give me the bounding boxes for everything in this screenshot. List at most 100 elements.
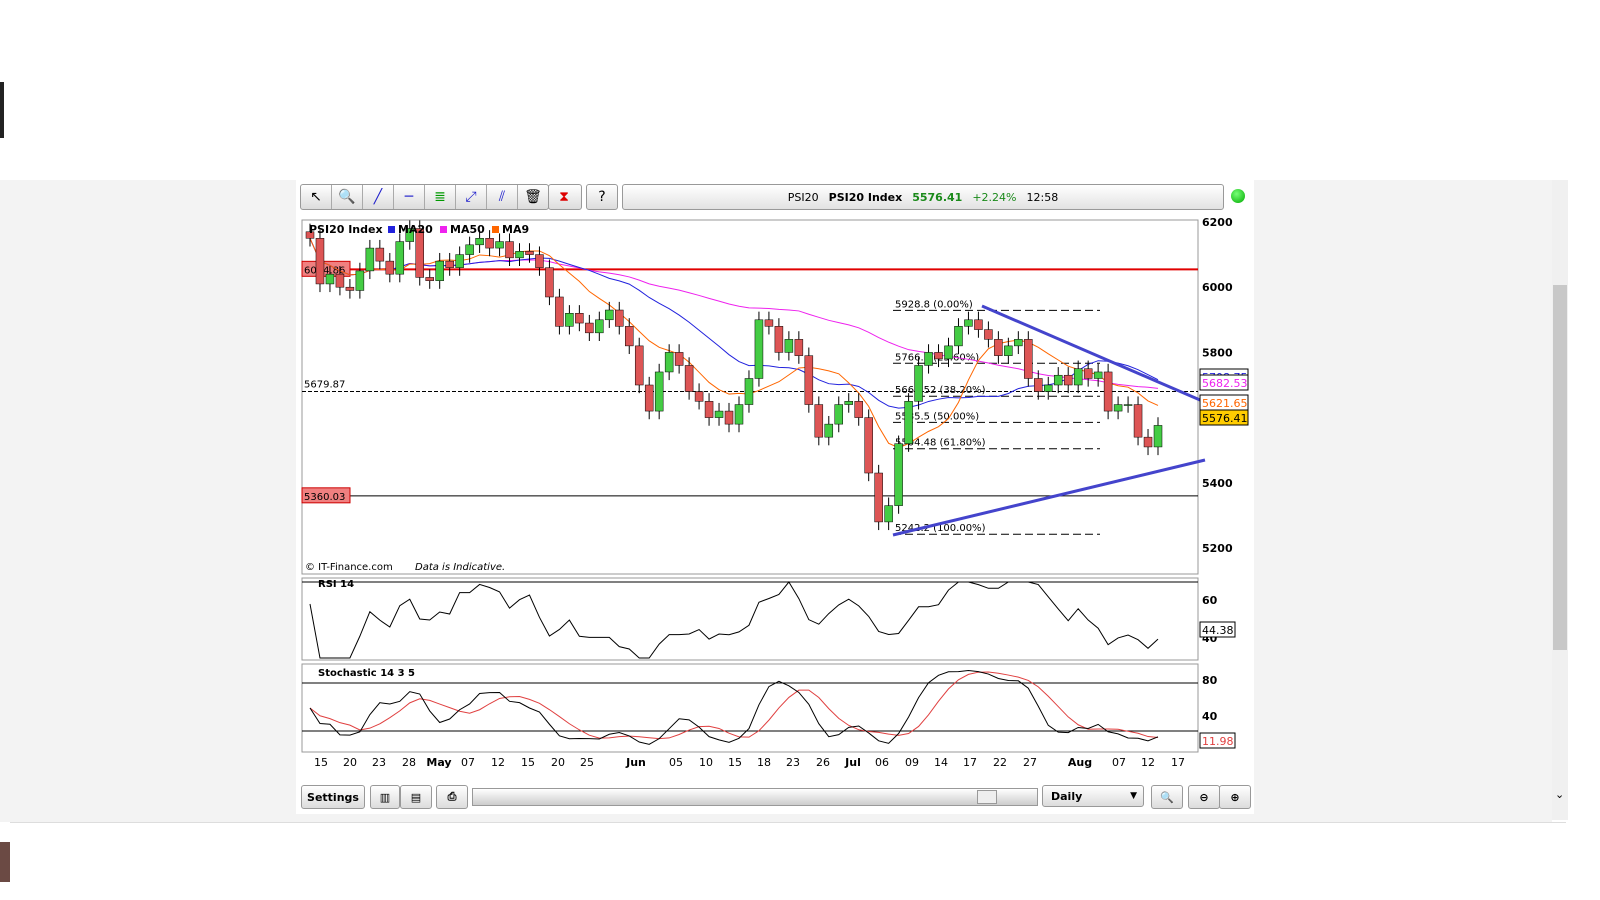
candle bbox=[734, 404, 744, 425]
x-tick: 06 bbox=[875, 756, 889, 769]
candle bbox=[984, 329, 993, 340]
price-tag: 5621.65 bbox=[1202, 397, 1248, 410]
x-tick: 22 bbox=[993, 756, 1007, 769]
candle bbox=[974, 319, 983, 330]
zoom-out-icon: ⊖ bbox=[1199, 790, 1209, 804]
candle bbox=[764, 319, 774, 327]
candle bbox=[774, 326, 784, 353]
y-tick: 5400 bbox=[1202, 477, 1233, 490]
autoscale-button[interactable]: 🔍 bbox=[1151, 785, 1183, 809]
candle bbox=[914, 365, 923, 402]
scroll-down-icon[interactable]: ⌄ bbox=[1555, 788, 1564, 801]
candle bbox=[624, 326, 634, 347]
x-tick: 20 bbox=[343, 756, 357, 769]
x-tick: 15 bbox=[521, 756, 535, 769]
x-tick: 23 bbox=[372, 756, 386, 769]
candle bbox=[585, 322, 594, 334]
candle bbox=[445, 260, 454, 268]
candle bbox=[525, 251, 534, 255]
candle bbox=[744, 378, 754, 405]
candle bbox=[794, 339, 804, 356]
candle bbox=[924, 352, 933, 366]
candle bbox=[385, 260, 395, 275]
price-chart[interactable]: 620060005800540052006054.865679.875360.0… bbox=[0, 0, 1600, 900]
level-label: 5360.03 bbox=[304, 492, 345, 503]
candle bbox=[784, 339, 794, 353]
candles-button[interactable]: ▥ bbox=[370, 785, 400, 809]
candle bbox=[1123, 404, 1133, 406]
x-tick: 27 bbox=[1023, 756, 1037, 769]
x-tick: 20 bbox=[551, 756, 565, 769]
candle bbox=[615, 309, 624, 327]
candle bbox=[804, 355, 814, 405]
x-tick: 07 bbox=[1112, 756, 1126, 769]
rsi-title: RSI 14 bbox=[318, 579, 354, 590]
x-tick: 17 bbox=[963, 756, 977, 769]
candle bbox=[475, 238, 484, 246]
candle bbox=[1073, 368, 1083, 386]
settings-button[interactable]: Settings bbox=[301, 785, 365, 809]
time-scrollbar[interactable] bbox=[472, 788, 1038, 806]
candle bbox=[1153, 425, 1163, 448]
candle bbox=[964, 319, 973, 327]
candle bbox=[1024, 339, 1033, 379]
candle bbox=[824, 423, 834, 438]
candle bbox=[1083, 368, 1093, 379]
period-select[interactable]: Daily ▼ bbox=[1042, 785, 1144, 807]
candle bbox=[854, 401, 863, 418]
candle bbox=[704, 401, 714, 418]
candle bbox=[1034, 378, 1043, 392]
legend-title: PSI20 Index bbox=[309, 223, 383, 236]
scroll-thumb[interactable] bbox=[977, 790, 997, 804]
zoom-out-button[interactable]: ⊖ bbox=[1188, 785, 1220, 809]
x-tick: 09 bbox=[905, 756, 919, 769]
candle bbox=[714, 410, 724, 418]
candle bbox=[894, 443, 903, 506]
y-tick: 6200 bbox=[1202, 216, 1233, 229]
candle bbox=[375, 247, 385, 262]
x-tick: 05 bbox=[669, 756, 683, 769]
candle bbox=[605, 309, 614, 321]
candle bbox=[1053, 374, 1063, 386]
candle bbox=[325, 273, 335, 285]
x-tick: 12 bbox=[1141, 756, 1155, 769]
candle bbox=[335, 273, 345, 288]
period-value: Daily bbox=[1051, 789, 1083, 803]
candle bbox=[1143, 436, 1153, 448]
candle bbox=[435, 260, 444, 281]
candle bbox=[1133, 404, 1143, 438]
candle bbox=[545, 267, 554, 298]
legend-label: MA9 bbox=[502, 223, 529, 236]
x-tick: 15 bbox=[728, 756, 742, 769]
candles-icon: ▥ bbox=[379, 790, 391, 804]
taskbar-edge bbox=[0, 842, 10, 882]
autoscale-icon: 🔍 bbox=[1160, 790, 1174, 804]
candle bbox=[395, 241, 405, 275]
rsi-value: 44.38 bbox=[1202, 624, 1234, 637]
candle bbox=[455, 254, 464, 268]
print-icon: ⎙ bbox=[447, 790, 457, 803]
candle bbox=[754, 319, 764, 379]
x-tick: 14 bbox=[934, 756, 948, 769]
chevron-down-icon: ▼ bbox=[1130, 791, 1137, 801]
print-button[interactable]: ⎙ bbox=[436, 785, 468, 809]
x-tick: 23 bbox=[786, 756, 800, 769]
y-tick: 5200 bbox=[1202, 542, 1233, 555]
candle bbox=[884, 505, 893, 523]
zoom-in-button[interactable]: ⊕ bbox=[1219, 785, 1251, 809]
y-tick: 6000 bbox=[1202, 281, 1233, 294]
stoch-title: Stochastic 14 3 5 bbox=[318, 668, 415, 679]
candle bbox=[555, 296, 564, 327]
x-tick: 17 bbox=[1171, 756, 1185, 769]
save-button[interactable]: ▤ bbox=[400, 785, 432, 809]
candle bbox=[1014, 339, 1023, 347]
level-label: 5679.87 bbox=[304, 380, 345, 391]
page-scrollbar[interactable]: ⌄ bbox=[1552, 180, 1568, 820]
candle bbox=[1063, 374, 1073, 386]
scrollbar-thumb[interactable] bbox=[1553, 285, 1567, 650]
candle bbox=[874, 472, 883, 523]
x-tick: May bbox=[426, 756, 451, 769]
copyright-text: © IT-Finance.com bbox=[305, 562, 393, 573]
rsi-panel bbox=[301, 577, 1199, 661]
candle bbox=[595, 319, 604, 334]
